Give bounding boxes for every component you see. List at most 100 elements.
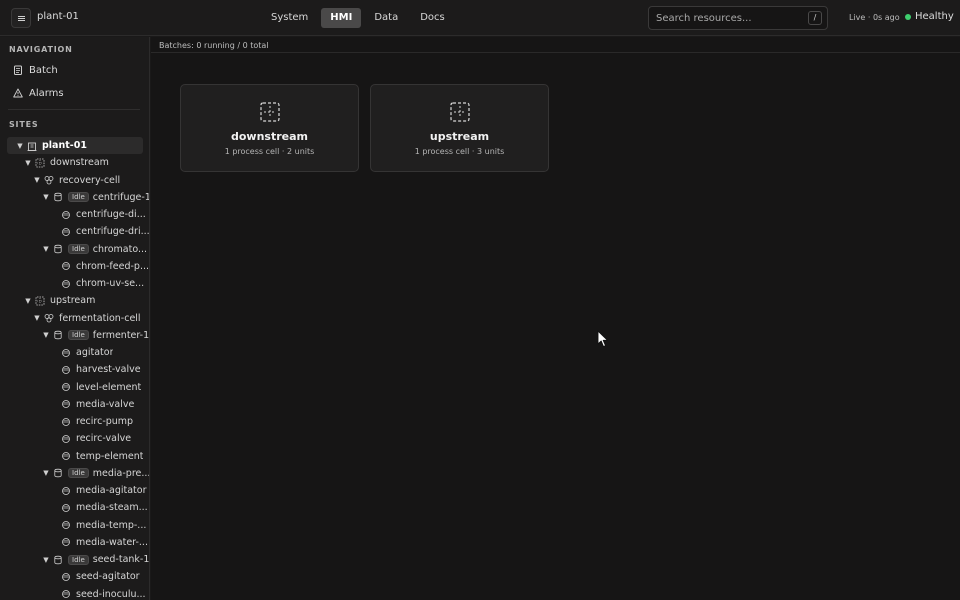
tree-item[interactable]: ▼ Idle chromato... bbox=[42, 241, 147, 258]
search-input[interactable] bbox=[649, 7, 799, 29]
tree-item[interactable]: ▼ upstream bbox=[24, 292, 95, 309]
mouse-cursor-icon bbox=[597, 330, 608, 347]
caret-down-icon[interactable]: ▼ bbox=[33, 176, 41, 184]
unit-icon bbox=[54, 555, 62, 564]
nav-item-batch[interactable]: Batch bbox=[13, 62, 58, 78]
module-icon bbox=[62, 486, 70, 495]
status-badge: Idle bbox=[68, 330, 89, 341]
tree-item-label: plant-01 bbox=[42, 140, 87, 151]
grid-icon bbox=[35, 296, 45, 306]
caret-down-icon[interactable]: ▼ bbox=[24, 297, 32, 305]
tree-item-label: downstream bbox=[50, 157, 109, 169]
tree-item[interactable]: chrom-feed-p... bbox=[61, 258, 149, 275]
card-title: downstream bbox=[231, 130, 308, 143]
health-status: Healthy bbox=[905, 11, 954, 22]
module-icon bbox=[62, 538, 70, 547]
tree-item[interactable]: media-steam... bbox=[61, 499, 148, 516]
search-box: / bbox=[648, 6, 828, 30]
tree-item[interactable]: temp-element bbox=[61, 448, 143, 465]
unit-icon bbox=[54, 244, 62, 254]
tree-item[interactable]: ▼ downstream bbox=[24, 154, 109, 171]
caret-down-icon[interactable]: ▼ bbox=[42, 469, 50, 477]
tab-hmi[interactable]: HMI bbox=[321, 8, 362, 28]
tree-item[interactable]: media-water-... bbox=[61, 534, 148, 551]
caret-down-icon[interactable]: ▼ bbox=[42, 556, 50, 564]
area-icon bbox=[260, 102, 280, 122]
module-icon bbox=[62, 262, 70, 271]
tree-item-label: level-element bbox=[76, 381, 142, 393]
tree-item-label: agitator bbox=[76, 347, 114, 358]
building-icon bbox=[27, 142, 37, 151]
tree-item[interactable]: ▼ Idle fermenter-1 bbox=[42, 327, 149, 344]
menu-button[interactable] bbox=[11, 8, 31, 28]
caret-down-icon[interactable]: ▼ bbox=[42, 245, 50, 253]
card-subtitle: 1 process cell · 3 units bbox=[414, 147, 505, 156]
tab-data[interactable]: Data bbox=[365, 8, 407, 28]
hamburger-icon bbox=[17, 17, 25, 19]
nav-item-label: Alarms bbox=[29, 87, 64, 99]
unit-icon bbox=[54, 193, 62, 202]
module-icon bbox=[62, 452, 70, 460]
tree-item[interactable]: recirc-pump bbox=[61, 413, 133, 430]
tree-item-label: temp-element bbox=[76, 450, 144, 462]
tree-item[interactable]: ▼ Idle seed-tank-1 bbox=[42, 551, 149, 568]
tree-item[interactable]: centrifuge-dri... bbox=[61, 223, 149, 240]
caret-down-icon[interactable]: ▼ bbox=[42, 193, 50, 201]
tree-item[interactable]: ▼ plant-01 bbox=[7, 137, 143, 154]
tree-item-label: seed-tank-1 bbox=[92, 554, 150, 565]
status-badge: Idle bbox=[68, 244, 89, 254]
module-icon bbox=[62, 383, 70, 391]
tree-item[interactable]: centrifuge-di... bbox=[61, 206, 146, 223]
tree-item[interactable]: media-temp-... bbox=[61, 517, 146, 534]
tree-item[interactable]: level-element bbox=[61, 379, 141, 396]
tree-item[interactable]: media-agitator bbox=[61, 482, 147, 499]
content-divider bbox=[151, 52, 960, 53]
unit-icon bbox=[54, 331, 62, 340]
main-content: Batches: 0 running / 0 total downstream … bbox=[151, 37, 960, 600]
tree-item-label: seed-inoculu... bbox=[76, 588, 146, 600]
status-badge: Idle bbox=[68, 192, 89, 203]
tree-item-label: centrifuge-di... bbox=[76, 209, 146, 220]
card-subtitle: 1 process cell · 2 units bbox=[224, 147, 315, 156]
area-card-upstream[interactable]: upstream 1 process cell · 3 units bbox=[370, 84, 549, 172]
tree-item[interactable]: agitator bbox=[61, 344, 113, 361]
tree-item-label: media-valve bbox=[76, 398, 135, 410]
tree-item-label: fermentation-cell bbox=[59, 312, 141, 324]
caret-down-icon[interactable]: ▼ bbox=[33, 314, 41, 322]
module-icon bbox=[62, 417, 70, 426]
tree-item-label: chrom-feed-p... bbox=[76, 260, 150, 272]
nav-item-alarms[interactable]: Alarms bbox=[13, 85, 64, 101]
tree-item[interactable]: ▼ recovery-cell bbox=[33, 172, 120, 189]
module-icon bbox=[62, 365, 70, 374]
tree-item[interactable]: chrom-uv-se... bbox=[61, 275, 144, 292]
area-card-downstream[interactable]: downstream 1 process cell · 2 units bbox=[180, 84, 359, 172]
module-icon bbox=[62, 521, 70, 529]
status-badge: Idle bbox=[68, 468, 89, 479]
tree-item-label: fermenter-1 bbox=[92, 329, 150, 341]
tab-docs[interactable]: Docs bbox=[411, 8, 454, 28]
caret-down-icon[interactable]: ▼ bbox=[16, 142, 24, 150]
module-icon bbox=[62, 590, 70, 598]
caret-down-icon[interactable]: ▼ bbox=[42, 331, 50, 339]
tree-item[interactable]: media-valve bbox=[61, 396, 134, 413]
module-icon bbox=[62, 210, 70, 219]
tab-system[interactable]: System bbox=[262, 8, 317, 28]
tree-item[interactable]: ▼ Idle media-pre... bbox=[42, 465, 149, 482]
tree-item-label: recovery-cell bbox=[59, 174, 121, 186]
cell-icon bbox=[44, 314, 54, 323]
tree-item[interactable]: ▼ Idle centrifuge-1 bbox=[42, 189, 149, 206]
nav-item-label: Batch bbox=[29, 64, 58, 76]
tree-item[interactable]: recirc-valve bbox=[61, 430, 131, 447]
tree-item[interactable]: harvest-valve bbox=[61, 361, 141, 378]
module-icon bbox=[62, 227, 70, 236]
caret-down-icon[interactable]: ▼ bbox=[24, 159, 32, 167]
sidebar-divider bbox=[8, 109, 140, 110]
batches-summary: Batches: 0 running / 0 total bbox=[159, 41, 269, 50]
tree-item[interactable]: seed-agitator bbox=[61, 568, 140, 585]
tree-item-label: media-agitator bbox=[76, 485, 147, 496]
tree-item-label: harvest-valve bbox=[76, 364, 141, 376]
tree-item[interactable]: seed-inoculu... bbox=[61, 586, 146, 600]
sites-heading: SITES bbox=[9, 120, 39, 129]
tree-item[interactable]: ▼ fermentation-cell bbox=[33, 310, 141, 327]
warning-icon bbox=[13, 88, 23, 98]
